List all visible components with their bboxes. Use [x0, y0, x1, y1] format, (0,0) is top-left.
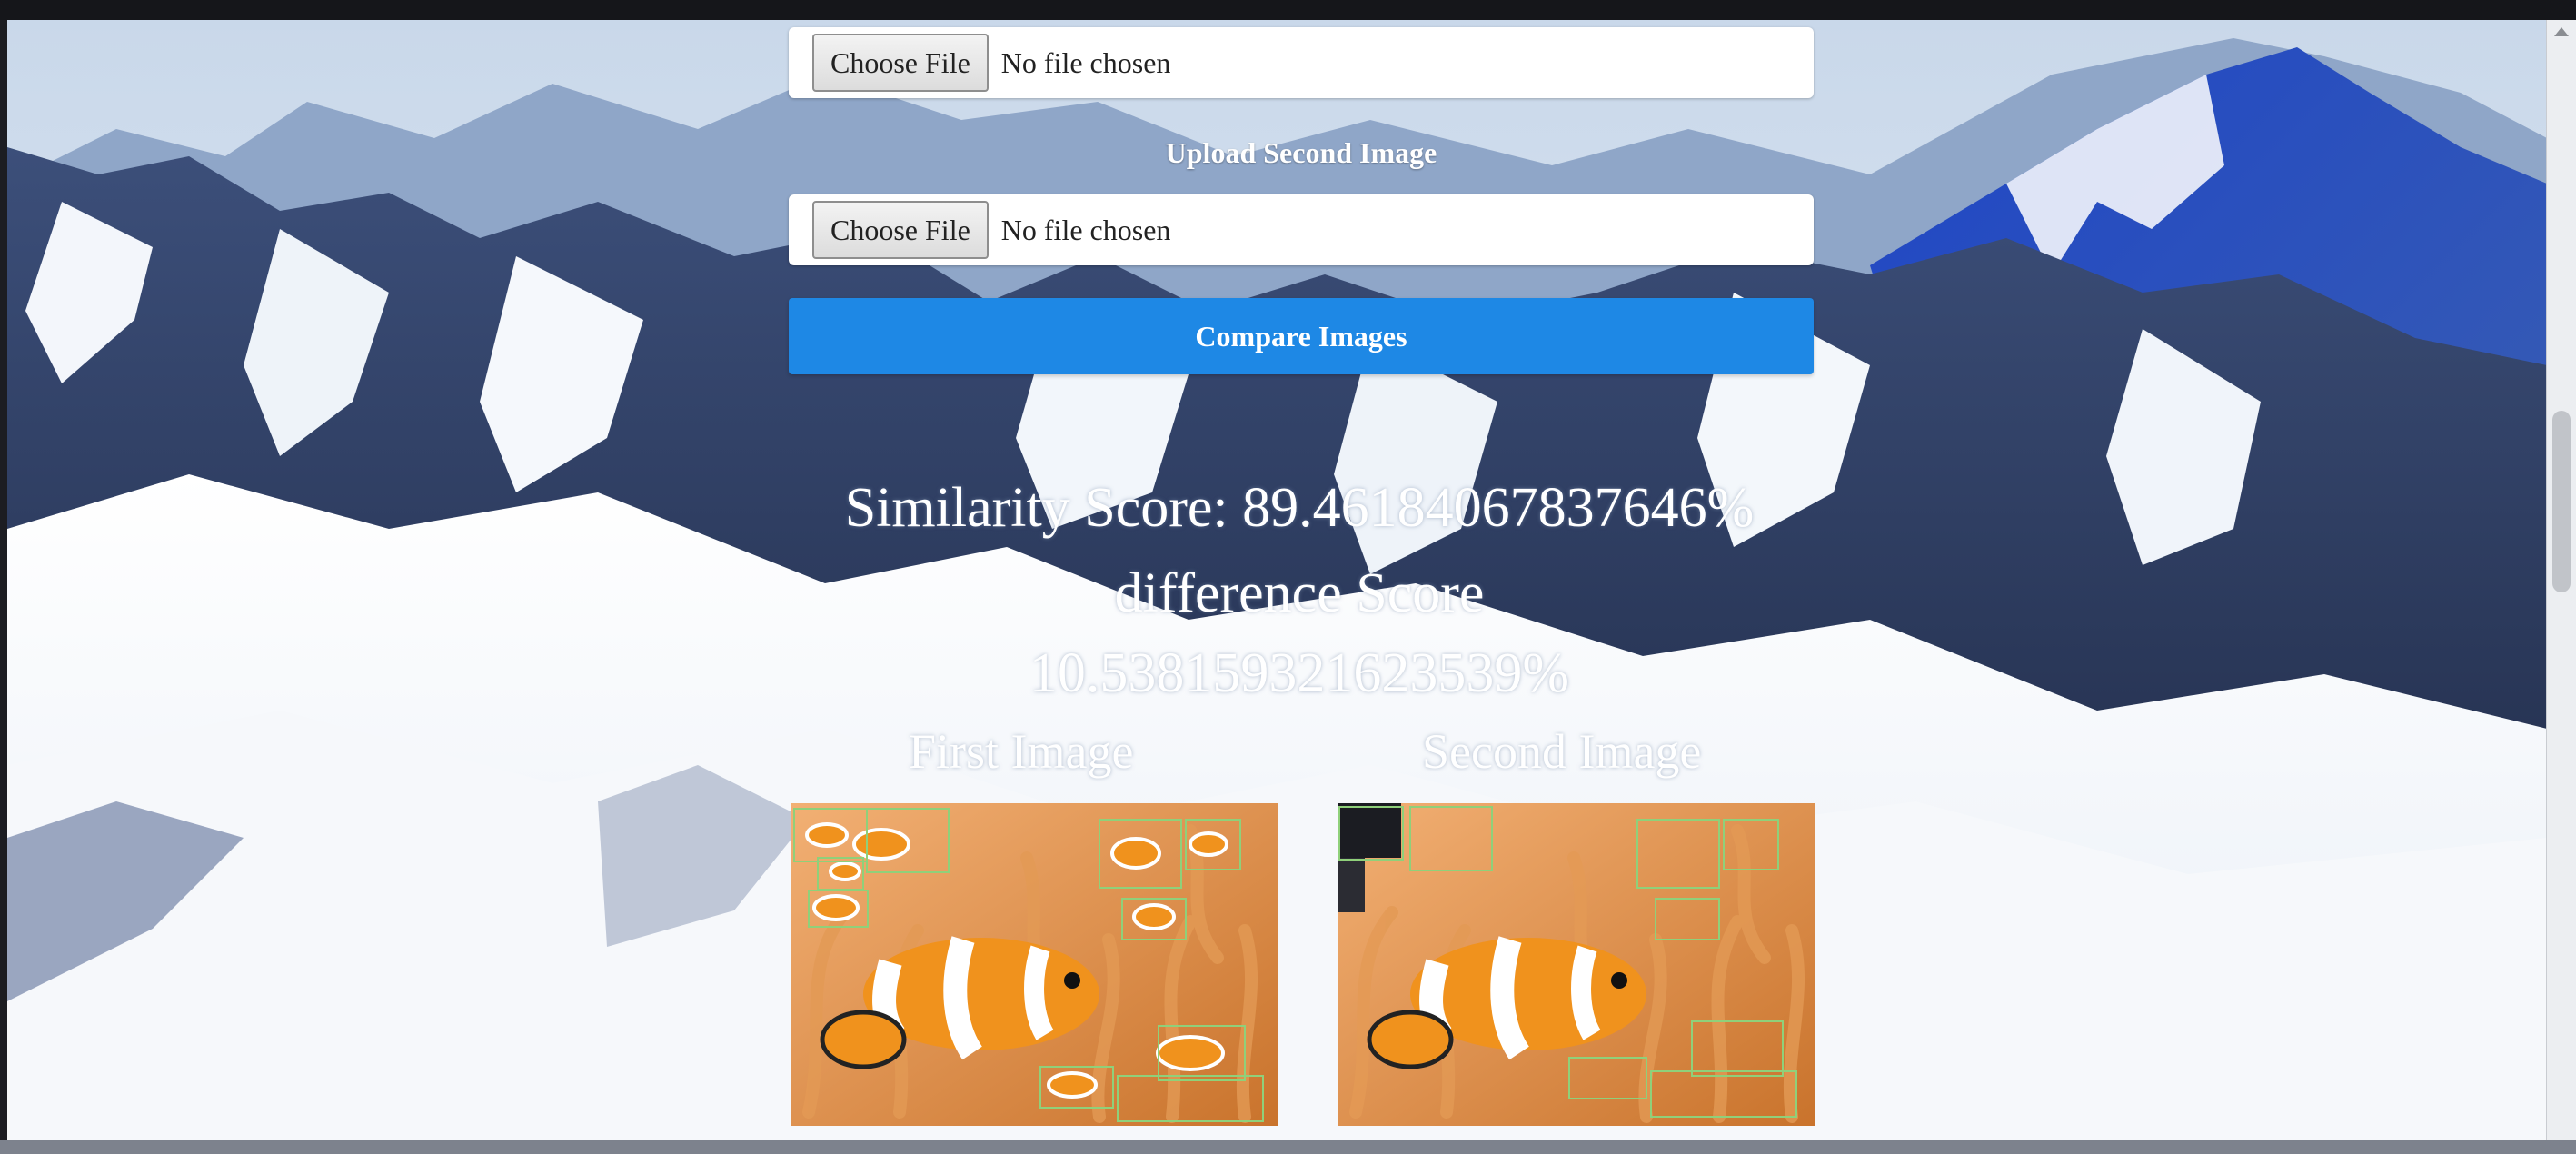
upload-second-image-label: Upload Second Image — [1165, 136, 1437, 169]
file-status-second: No file chosen — [1000, 213, 1171, 246]
second-file-input[interactable]: Choose File No file chosen — [789, 194, 1814, 265]
scroll-thumb[interactable] — [2552, 411, 2571, 592]
first-image — [791, 803, 1278, 1126]
file-status-first: No file chosen — [1000, 45, 1171, 79]
first-image-caption: First Image — [909, 724, 1134, 779]
scroll-up-arrow-icon[interactable] — [2554, 27, 2569, 36]
first-file-input[interactable]: Choose File No file chosen — [789, 27, 1814, 98]
difference-score-label: difference Score — [1114, 562, 1485, 624]
compare-images-button[interactable]: Compare Images — [789, 298, 1814, 374]
choose-file-button-first[interactable]: Choose File — [812, 34, 989, 92]
difference-score-value: 10.538159321623539% — [1029, 642, 1570, 704]
choose-file-button-second[interactable]: Choose File — [812, 201, 989, 259]
top-bezel — [0, 0, 2576, 20]
second-image — [1338, 803, 1815, 1126]
bottom-bezel — [0, 1140, 2576, 1154]
second-image-graphic — [1338, 803, 1815, 1126]
first-image-graphic — [791, 803, 1278, 1126]
second-image-caption: Second Image — [1422, 724, 1702, 779]
scrollbar[interactable] — [2546, 20, 2576, 1140]
similarity-score: Similarity Score: 89.46184067837646% — [844, 477, 1755, 539]
